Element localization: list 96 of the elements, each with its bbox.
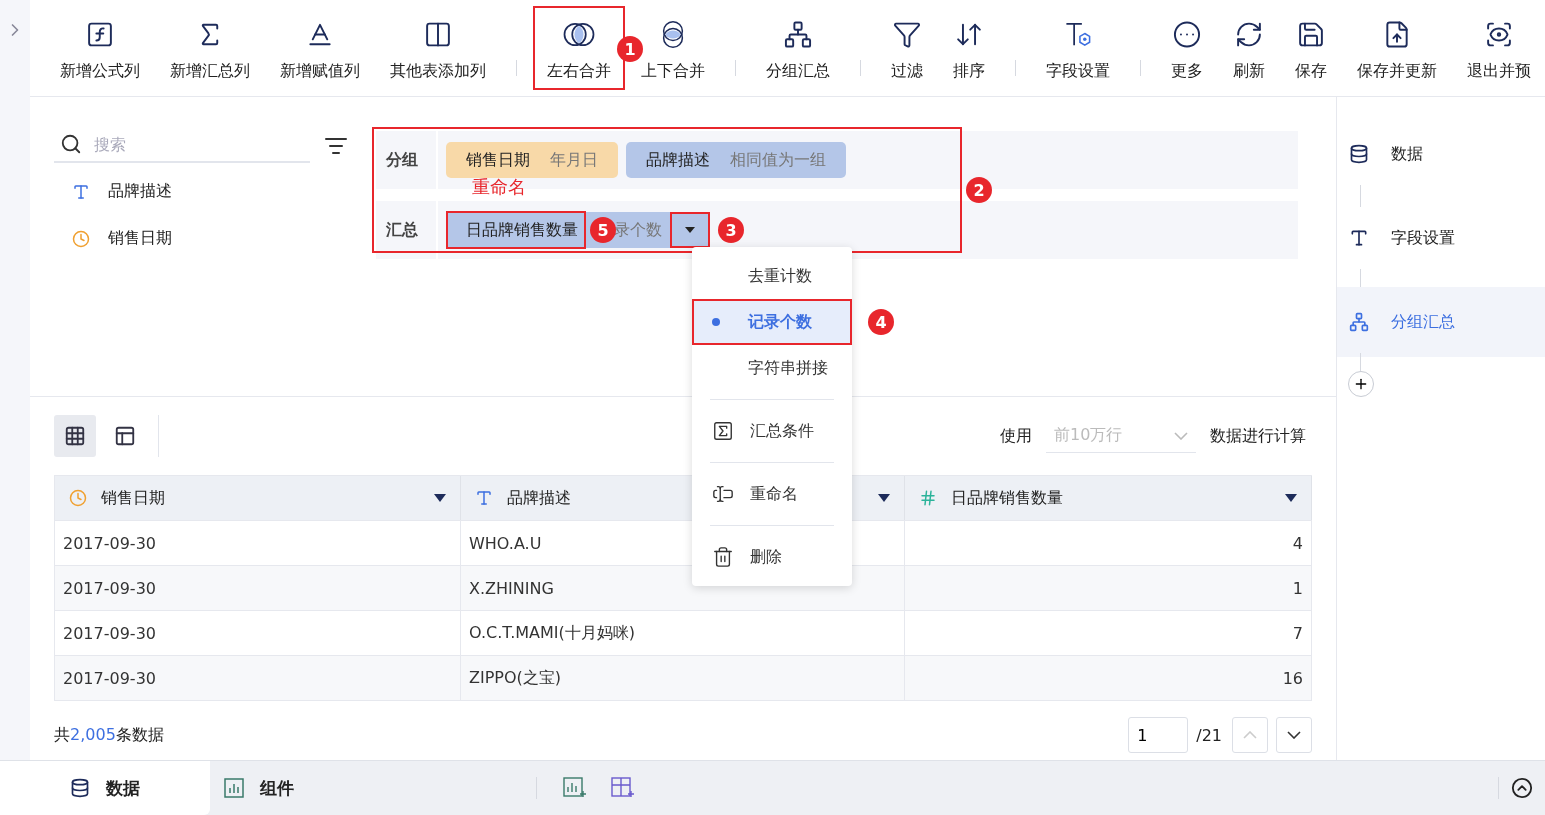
row-label: 分组 (376, 131, 438, 189)
refresh-icon (1234, 20, 1264, 49)
hierarchy-icon (783, 20, 813, 49)
chevron-up-icon (1243, 731, 1257, 739)
toolbar-button[interactable]: 新增汇总列 (156, 6, 264, 90)
clock-icon (69, 489, 87, 507)
selected-dot (712, 318, 720, 326)
toolbar-button[interactable]: 分组汇总 (752, 6, 844, 90)
step-item[interactable]: 数据 (1337, 119, 1545, 189)
field-item[interactable]: 销售日期 (54, 220, 350, 257)
text-type-icon (1349, 228, 1369, 248)
menu-item[interactable]: 去重计数 (692, 253, 852, 299)
limit-label: 使用 (1000, 425, 1032, 447)
page-input[interactable]: 1 (1128, 717, 1189, 753)
caret-icon (878, 494, 890, 502)
field-chip[interactable]: 销售日期 年月日 (446, 142, 618, 178)
bottom-tab[interactable]: 组件 (210, 761, 390, 815)
save-icon (1296, 20, 1326, 49)
database-icon (1349, 144, 1369, 164)
column-header[interactable]: 销售日期 (55, 476, 461, 520)
chip-name: 销售日期 (466, 149, 530, 171)
toolbar-button[interactable]: 退出并预 (1453, 6, 1545, 90)
table-cell: 1 (905, 565, 1312, 610)
add-column-icon (423, 20, 453, 49)
toolbar-button[interactable]: 新增公式列 (46, 6, 154, 90)
toolbar-button[interactable]: 新增赋值列 (266, 6, 374, 90)
bottom-tab[interactable]: 数据 (0, 761, 210, 815)
function-icon (85, 20, 115, 49)
sigma-box-icon (712, 420, 734, 442)
collapse-icon[interactable] (1511, 777, 1533, 799)
field-chip[interactable]: 品牌描述 相同值为一组 (626, 142, 846, 178)
step-item[interactable]: 分组汇总 (1337, 287, 1545, 357)
caret-icon (434, 494, 446, 502)
toolbar-button[interactable]: 字段设置 (1032, 6, 1124, 90)
chip-setting: 相同值为一组 (730, 149, 826, 171)
caret-icon (685, 227, 695, 233)
next-page-button[interactable] (1276, 717, 1312, 753)
more-icon (1172, 20, 1202, 49)
chip-name: 品牌描述 (646, 149, 710, 171)
plus-icon (1353, 376, 1369, 392)
step-item[interactable]: 字段设置 (1337, 203, 1545, 273)
field-item[interactable]: 品牌描述 (54, 173, 350, 210)
step-badge: 1 (617, 36, 643, 62)
table-cell: ZIPPO(之宝) (461, 655, 905, 700)
table-cell: 16 (905, 655, 1312, 700)
table-cell: O.C.T.MAMI(十月妈咪) (461, 610, 905, 655)
toolbar-button[interactable]: 排序 (939, 6, 999, 90)
layout-icon (114, 425, 136, 447)
toolbar-button[interactable]: 刷新 (1219, 6, 1279, 90)
view-toggle[interactable] (54, 415, 96, 457)
chevron-down-icon (1174, 431, 1188, 440)
grid-icon (64, 425, 86, 447)
hierarchy-icon (1349, 312, 1369, 332)
dropdown-button[interactable] (670, 212, 710, 248)
toolbar-button[interactable]: 保存并更新 (1343, 6, 1451, 90)
chip-setting: 年月日 (550, 149, 598, 171)
search-icon (60, 133, 82, 155)
table-cell: 2017-09-30 (55, 520, 461, 565)
menu-item[interactable]: 字符串拼接 (692, 345, 852, 391)
text-gear-icon (1063, 20, 1093, 49)
clock-icon (72, 229, 90, 248)
page-total: /21 (1196, 725, 1222, 745)
text-type-icon (72, 182, 90, 201)
toolbar-button[interactable]: 过滤 (877, 6, 937, 90)
bar-chart-icon (224, 778, 244, 798)
column-header[interactable]: 日品牌销售数量 (905, 476, 1312, 520)
hash-icon (919, 489, 937, 507)
chip-setting: 录个数 (614, 219, 662, 241)
toolbar-button[interactable]: 更多 (1157, 6, 1217, 90)
step-badge: 3 (718, 217, 744, 243)
chip-name: 日品牌销售数量 (446, 211, 586, 249)
add-chart-icon[interactable] (563, 777, 587, 799)
rename-icon (712, 483, 734, 505)
filter-icon (892, 20, 922, 49)
annotation-text: 重命名 (472, 175, 526, 199)
text-type-icon (475, 489, 493, 507)
eye-scan-icon (1484, 20, 1514, 49)
toolbar-button[interactable]: 保存 (1281, 6, 1341, 90)
step-badge: 4 (868, 309, 894, 335)
add-table-icon[interactable] (611, 777, 635, 799)
chevron-down-icon (1287, 731, 1301, 739)
database-icon (70, 778, 90, 798)
menu-item[interactable]: 汇总条件 (692, 408, 852, 454)
caret-icon (1285, 494, 1297, 502)
record-count: 共2,005条数据 (54, 724, 164, 746)
overlap-circles-icon (562, 20, 596, 49)
trash-icon (712, 546, 734, 568)
step-badge: 5 (590, 217, 616, 243)
table-cell: 2017-09-30 (55, 565, 461, 610)
limit-label: 数据进行计算 (1210, 425, 1306, 447)
table-cell: 2017-09-30 (55, 655, 461, 700)
toolbar-button[interactable]: 其他表添加列 (376, 6, 500, 90)
toolbar-button[interactable]: 左右合并 (533, 6, 625, 90)
row-label: 汇总 (376, 201, 438, 259)
table-cell: 2017-09-30 (55, 610, 461, 655)
add-step-button[interactable] (1348, 371, 1374, 397)
